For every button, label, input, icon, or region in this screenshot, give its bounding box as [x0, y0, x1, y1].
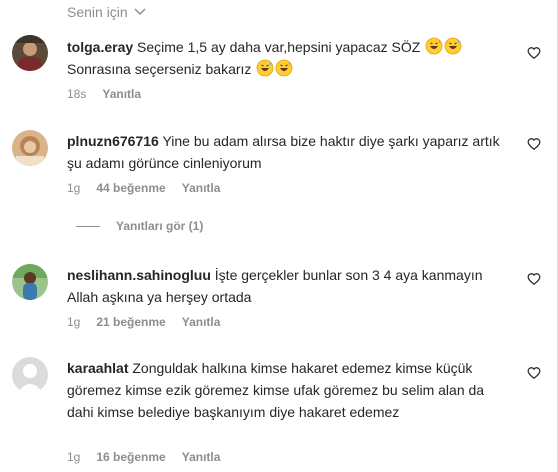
feed-filter-dropdown[interactable]: Senin için	[67, 3, 146, 21]
comment-body: neslihann.sahinogluu İşte gerçekler bunl…	[67, 264, 512, 308]
heart-outline-icon[interactable]	[527, 46, 541, 60]
heart-outline-icon[interactable]	[527, 137, 541, 151]
comment-username[interactable]: plnuzn676716	[67, 133, 159, 149]
comment-username[interactable]: tolga.eray	[67, 39, 133, 55]
comment-time[interactable]: 1g	[67, 181, 80, 195]
comment-body: plnuzn676716 Yine bu adam alırsa bize ha…	[67, 130, 512, 174]
grinning-sweat-emoji-icon	[425, 37, 443, 55]
comment-body: tolga.eray Seçime 1,5 ay daha var,hepsin…	[67, 36, 512, 80]
heart-outline-icon[interactable]	[527, 366, 541, 380]
comment-meta: 1g 16 beğenme Yanıtla	[67, 450, 220, 464]
feed-filter-label: Senin için	[67, 4, 128, 20]
grinning-sweat-emoji-icon	[444, 37, 462, 55]
heart-outline-icon[interactable]	[527, 272, 541, 286]
comment-text: Zonguldak halkına kimse hakaret edemez k…	[67, 360, 485, 420]
avatar[interactable]	[12, 264, 48, 300]
like-count[interactable]: 21 beğenme	[96, 315, 165, 329]
grinning-sweat-emoji-icon	[275, 59, 293, 77]
comment-meta: 1g 21 beğenme Yanıtla	[67, 315, 220, 329]
like-count[interactable]: 44 beğenme	[96, 181, 165, 195]
reply-button[interactable]: Yanıtla	[182, 315, 221, 329]
view-replies-button[interactable]: Yanıtları gör (1)	[76, 219, 203, 233]
replies-divider	[76, 225, 100, 227]
comment-time[interactable]: 1g	[67, 315, 80, 329]
comment-meta: 1g 44 beğenme Yanıtla	[67, 181, 220, 195]
comment-text: Seçime 1,5 ay daha var,hepsini yapacaz S…	[137, 39, 421, 55]
comment-text-line2: Sonrasına seçerseniz bakarız	[67, 61, 252, 77]
avatar[interactable]	[12, 35, 48, 71]
comment-body: karaahlat Zonguldak halkına kimse hakare…	[67, 357, 512, 423]
grinning-sweat-emoji-icon	[256, 59, 274, 77]
comment-username[interactable]: neslihann.sahinogluu	[67, 267, 211, 283]
chevron-down-icon	[134, 8, 146, 16]
reply-button[interactable]: Yanıtla	[182, 181, 221, 195]
avatar[interactable]	[12, 357, 48, 393]
comment-username[interactable]: karaahlat	[67, 360, 128, 376]
view-replies-label: Yanıtları gör (1)	[116, 219, 204, 233]
like-count[interactable]: 16 beğenme	[96, 450, 165, 464]
avatar[interactable]	[12, 130, 48, 166]
comment-meta: 18s Yanıtla	[67, 87, 141, 101]
comment-time[interactable]: 18s	[67, 87, 86, 101]
reply-button[interactable]: Yanıtla	[182, 450, 221, 464]
comment-time[interactable]: 1g	[67, 450, 80, 464]
reply-button[interactable]: Yanıtla	[102, 87, 141, 101]
